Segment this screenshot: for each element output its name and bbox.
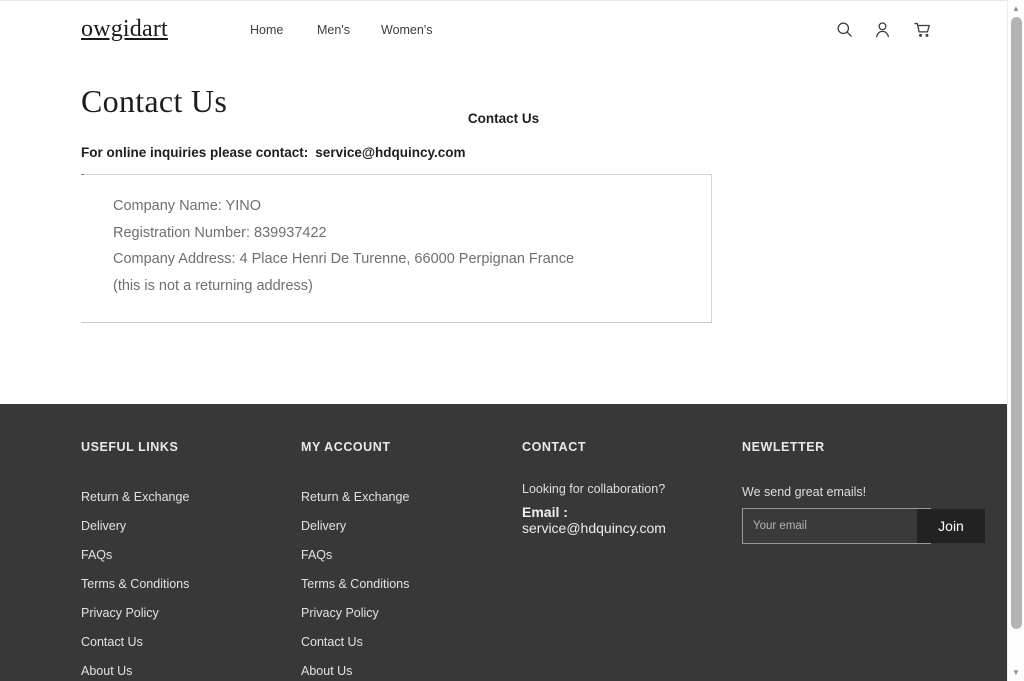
scroll-down-arrow-icon[interactable]: ▼	[1008, 664, 1024, 681]
list-item: Terms & Conditions	[301, 569, 409, 598]
site-header: owgidart Home Men's Women's	[0, 1, 1007, 57]
list-item: Delivery	[81, 511, 189, 540]
newsletter-join-button[interactable]: Join	[917, 509, 985, 543]
footer-link-about-us[interactable]: About Us	[81, 664, 132, 678]
info-line-registration: Registration Number: 839937422	[113, 220, 574, 247]
footer-link-contact-us[interactable]: Contact Us	[81, 635, 143, 649]
user-icon[interactable]	[873, 20, 892, 39]
vertical-scrollbar[interactable]: ▲ ▼	[1007, 0, 1024, 681]
account-link-privacy[interactable]: Privacy Policy	[301, 606, 379, 620]
scroll-up-arrow-icon[interactable]: ▲	[1008, 0, 1024, 17]
info-bottom-rule	[81, 322, 712, 323]
account-link-contact-us[interactable]: Contact Us	[301, 635, 363, 649]
footer-link-privacy[interactable]: Privacy Policy	[81, 606, 159, 620]
inquiry-email[interactable]: service@hdquincy.com	[315, 145, 465, 160]
footer-heading-contact: CONTACT	[522, 439, 586, 456]
list-item: Contact Us	[301, 627, 409, 656]
list-item: About Us	[301, 656, 409, 681]
footer-link-terms[interactable]: Terms & Conditions	[81, 577, 189, 591]
account-link-about-us[interactable]: About Us	[301, 664, 352, 678]
footer-links-account: Return & Exchange Delivery FAQs Terms & …	[301, 482, 409, 681]
scrollbar-thumb[interactable]	[1011, 17, 1022, 629]
search-icon[interactable]	[835, 20, 854, 39]
account-link-delivery[interactable]: Delivery	[301, 519, 346, 533]
contact-subtitle: Looking for collaboration?	[522, 481, 665, 498]
info-line-company-name: Company Name: YINO	[113, 193, 574, 220]
list-item: FAQs	[81, 540, 189, 569]
newsletter-form: Join	[742, 508, 931, 544]
site-logo[interactable]: owgidart	[81, 15, 168, 43]
footer-link-delivery[interactable]: Delivery	[81, 519, 126, 533]
newsletter-email-input[interactable]	[743, 509, 917, 543]
nav-item-mens[interactable]: Men's	[317, 22, 350, 38]
list-item: Terms & Conditions	[81, 569, 189, 598]
company-info-text: Company Name: YINO Registration Number: …	[113, 193, 574, 299]
site-footer: USEFUL LINKS Return & Exchange Delivery …	[0, 404, 1007, 681]
list-item: Return & Exchange	[301, 482, 409, 511]
nav-item-home[interactable]: Home	[250, 22, 283, 38]
nav-item-womens[interactable]: Women's	[381, 22, 432, 38]
footer-link-faqs[interactable]: FAQs	[81, 548, 112, 562]
account-link-terms[interactable]: Terms & Conditions	[301, 577, 409, 591]
list-item: FAQs	[301, 540, 409, 569]
list-item: Return & Exchange	[81, 482, 189, 511]
footer-links-useful: Return & Exchange Delivery FAQs Terms & …	[81, 482, 189, 681]
list-item: About Us	[81, 656, 189, 681]
inquiry-line: For online inquiries please contact: serv…	[81, 144, 466, 162]
footer-link-return-exchange[interactable]: Return & Exchange	[81, 490, 189, 504]
info-line-note: (this is not a returning address)	[113, 273, 574, 300]
newsletter-subtitle: We send great emails!	[742, 484, 866, 501]
footer-heading-newsletter: NEWLETTER	[742, 439, 825, 456]
cart-icon[interactable]	[913, 20, 932, 39]
info-line-address: Company Address: 4 Place Henri De Turenn…	[113, 246, 574, 273]
footer-heading-useful-links: USEFUL LINKS	[81, 439, 178, 456]
browser-viewport: owgidart Home Men's Women's	[0, 0, 1024, 681]
footer-heading-my-account: MY ACCOUNT	[301, 439, 391, 456]
list-item: Contact Us	[81, 627, 189, 656]
list-item: Delivery	[301, 511, 409, 540]
account-link-return-exchange[interactable]: Return & Exchange	[301, 490, 409, 504]
list-item: Privacy Policy	[81, 598, 189, 627]
section-label: Contact Us	[0, 110, 1007, 128]
inquiry-prefix: For online inquiries please contact:	[81, 145, 308, 160]
account-link-faqs[interactable]: FAQs	[301, 548, 332, 562]
page-content: owgidart Home Men's Women's	[0, 0, 1007, 681]
list-item: Privacy Policy	[301, 598, 409, 627]
contact-email-value[interactable]: service@hdquincy.com	[522, 518, 666, 538]
